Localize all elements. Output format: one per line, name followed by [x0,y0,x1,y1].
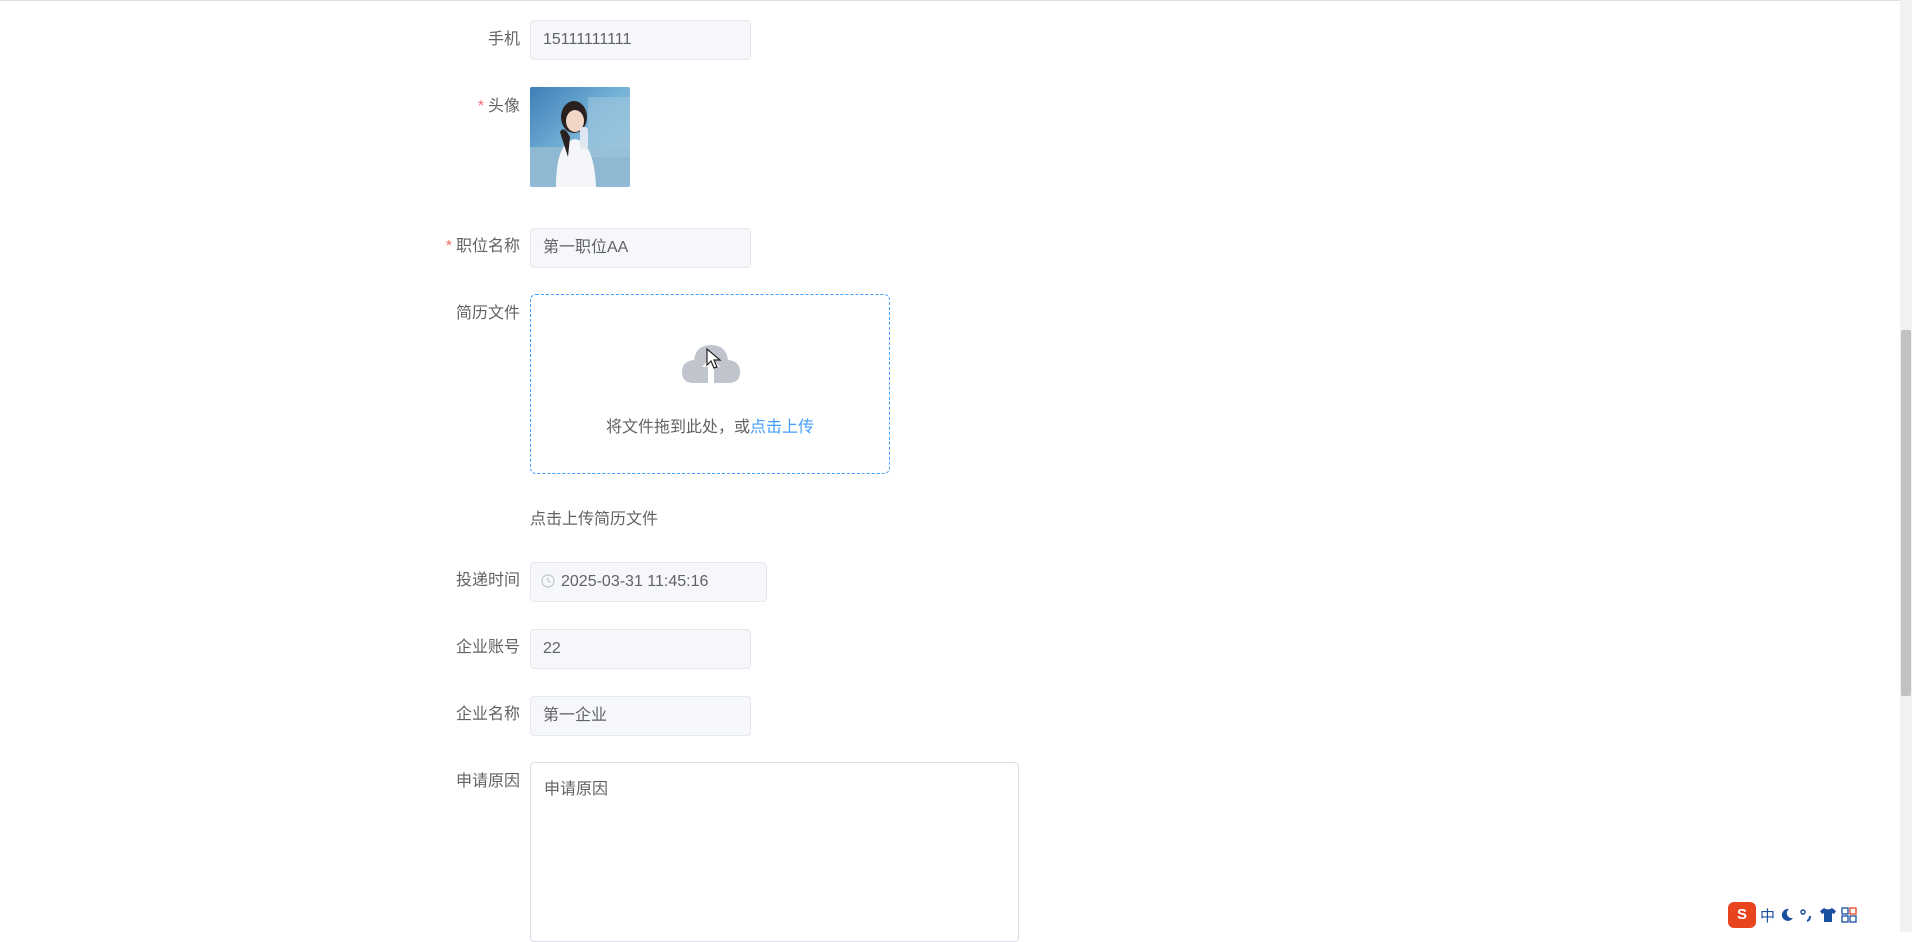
position-value: 第一职位AA [543,239,629,256]
company-name-input[interactable]: 第一企业 [530,696,751,736]
avatar-label: * 头像 [477,98,520,115]
sogou-logo-icon[interactable]: S [1728,902,1756,928]
phone-label: 手机 [487,31,520,48]
clock-icon [541,574,555,588]
resume-label: 简历文件 [455,305,520,322]
ime-toolbar[interactable]: S 中 [1728,902,1883,928]
submit-time-label: 投递时间 [455,572,520,589]
phone-value: 15111111111 [543,31,632,48]
ime-mode-indicator[interactable]: 中 [1760,905,1775,926]
company-account-value: 22 [543,640,561,657]
resume-upload-tip: 点击上传简历文件 [530,511,659,528]
phone-input[interactable]: 15111111111 [530,20,751,60]
upload-instructions: 将文件拖到此处，或点击上传 [531,413,889,437]
company-name-value: 第一企业 [543,707,608,724]
resume-upload-dropzone[interactable]: 将文件拖到此处，或点击上传 [530,294,890,474]
company-account-input[interactable]: 22 [530,629,751,669]
scrollbar-thumb[interactable] [1901,330,1911,696]
reason-value: 申请原因 [544,781,609,798]
submit-time-value: 2025-03-31 11:45:16 [561,573,709,590]
position-input[interactable]: 第一职位AA [530,228,751,268]
upload-click-link[interactable]: 点击上传 [750,419,814,436]
avatar-photo [530,87,630,187]
reason-label: 申请原因 [455,773,520,790]
reason-textarea[interactable]: 申请原因 [530,762,1019,942]
company-name-label: 企业名称 [455,706,520,723]
shirt-icon[interactable] [1819,907,1837,923]
cursor-icon [706,348,722,369]
required-mark: * [477,98,484,115]
form-page: 手机 15111111111 * 头像 * 职位名称 第一职位AA 简历文件 将… [0,0,1900,942]
avatar-image[interactable] [530,87,630,187]
company-account-label: 企业账号 [455,639,520,656]
required-mark: * [445,238,452,255]
upload-drag-text: 将文件拖到此处，或 [605,419,750,436]
punctuation-icon[interactable] [1799,907,1815,923]
grid-icon[interactable] [1841,907,1857,923]
position-label: * 职位名称 [445,238,520,255]
moon-icon[interactable] [1779,907,1795,923]
submit-time-picker[interactable]: 2025-03-31 11:45:16 [530,562,767,602]
